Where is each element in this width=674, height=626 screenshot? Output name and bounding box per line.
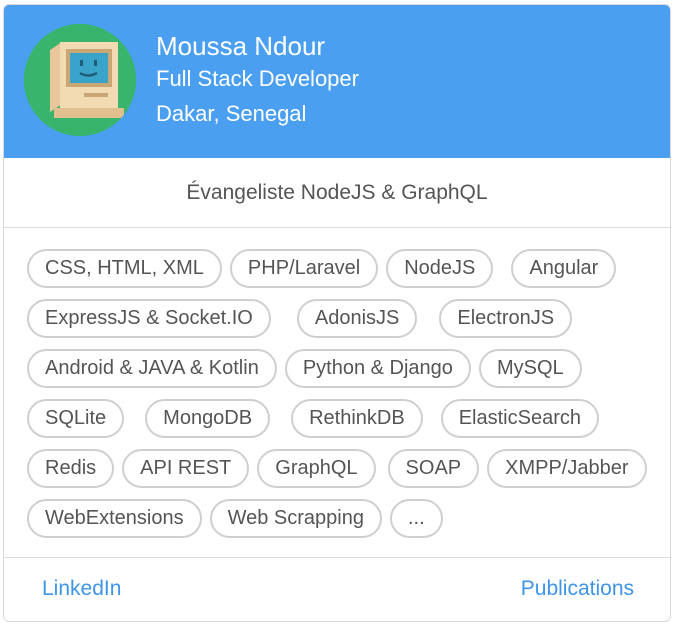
skill-chip: Redis xyxy=(27,449,115,488)
profile-location: Dakar, Senegal xyxy=(156,101,307,126)
skill-chip: Angular xyxy=(511,249,617,288)
skill-row: Redis API REST GraphQL SOAP XMPP/Jabber xyxy=(27,449,657,499)
retro-computer-icon xyxy=(24,24,136,136)
skill-chip: CSS, HTML, XML xyxy=(27,249,222,288)
skill-row: WebExtensions Web Scrapping ... xyxy=(27,499,657,549)
avatar xyxy=(24,24,136,136)
skill-chip: XMPP/Jabber xyxy=(487,449,647,488)
skill-chip: MySQL xyxy=(478,349,582,388)
skill-row: ExpressJS & Socket.IO AdonisJS ElectronJ… xyxy=(27,299,657,349)
profile-name: Moussa Ndour xyxy=(156,31,326,61)
skill-chip: Android & JAVA & Kotlin xyxy=(27,349,277,388)
skill-chip: PHP/Laravel xyxy=(229,249,379,288)
skill-chip: ExpressJS & Socket.IO xyxy=(27,299,271,338)
skill-chip: Web Scrapping xyxy=(209,499,382,538)
card-footer: LinkedIn Publications xyxy=(4,557,670,621)
skill-row: CSS, HTML, XML PHP/Laravel NodeJS Angula… xyxy=(27,249,657,299)
linkedin-link[interactable]: LinkedIn xyxy=(42,577,121,601)
skill-chip: MongoDB xyxy=(145,399,271,438)
skill-chip: ElasticSearch xyxy=(440,399,599,438)
skill-chip: AdonisJS xyxy=(296,299,418,338)
skill-chip: SQLite xyxy=(27,399,125,438)
skill-chip: API REST xyxy=(122,449,250,488)
publications-link[interactable]: Publications xyxy=(521,577,634,601)
profile-role: Full Stack Developer xyxy=(156,66,359,91)
skill-row: Android & JAVA & Kotlin Python & Django … xyxy=(27,349,657,399)
profile-header: Moussa Ndour Full Stack Developer Dakar,… xyxy=(4,5,670,158)
skill-chip: NodeJS xyxy=(386,249,494,288)
skill-chip: GraphQL xyxy=(257,449,376,488)
profile-card: Moussa Ndour Full Stack Developer Dakar,… xyxy=(3,4,671,622)
profile-tagline: Évangeliste NodeJS & GraphQL xyxy=(4,158,670,228)
skill-chip: Python & Django xyxy=(284,349,471,388)
skill-chip: WebExtensions xyxy=(27,499,202,538)
skills-list: CSS, HTML, XML PHP/Laravel NodeJS Angula… xyxy=(27,249,657,549)
skill-row: SQLite MongoDB RethinkDB ElasticSearch xyxy=(27,399,657,449)
skill-chip: RethinkDB xyxy=(291,399,423,438)
skill-chip: ElectronJS xyxy=(439,299,573,338)
skill-chip: SOAP xyxy=(387,449,480,488)
more-skills-chip[interactable]: ... xyxy=(389,499,443,538)
